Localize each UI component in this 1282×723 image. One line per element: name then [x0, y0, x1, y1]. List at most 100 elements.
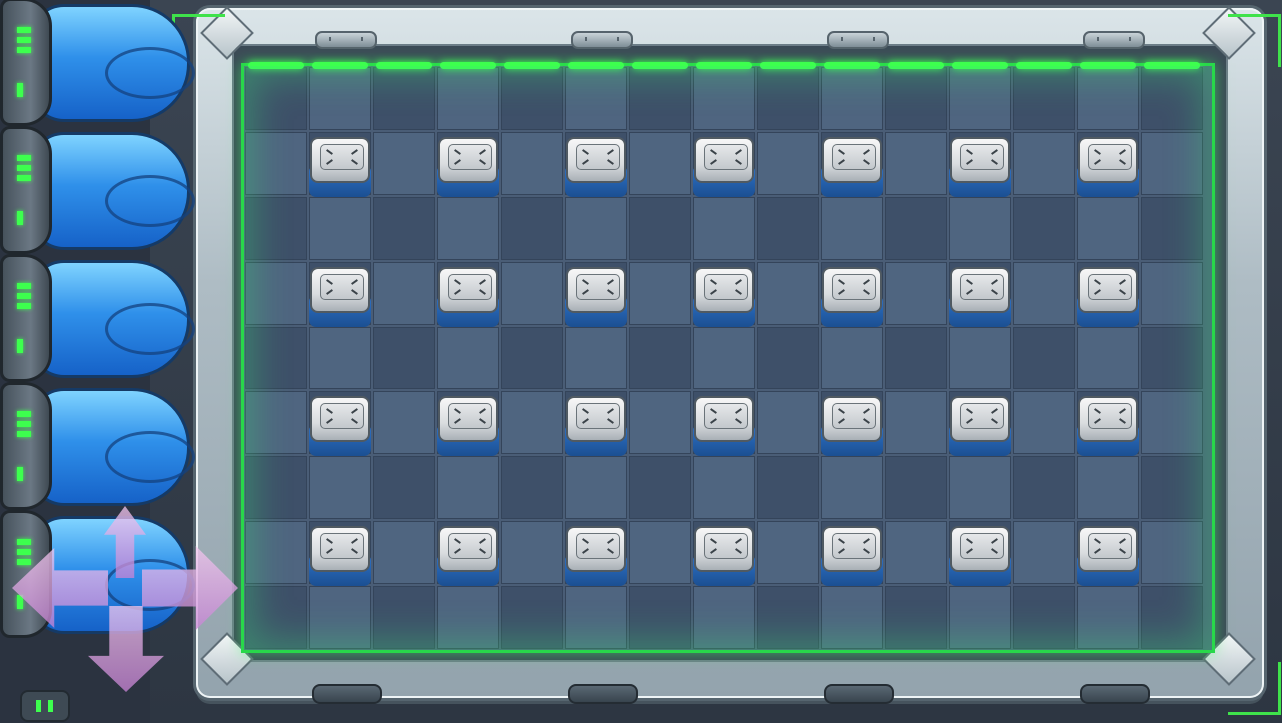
board-tile[interactable]: [245, 391, 307, 455]
board-tile[interactable]: [373, 196, 435, 260]
board-tile[interactable]: [1013, 521, 1075, 585]
board-tile[interactable]: [885, 196, 947, 260]
block-face-icon[interactable]: [437, 396, 499, 457]
board-tile[interactable]: [501, 456, 563, 520]
board-tile[interactable]: [501, 586, 563, 649]
block-face-icon[interactable]: [821, 526, 883, 587]
block-face-icon[interactable]: [1077, 396, 1139, 457]
block-face-icon[interactable]: [949, 396, 1011, 457]
board-tile[interactable]: [373, 391, 435, 455]
board-tile[interactable]: [821, 326, 883, 390]
block-face-icon[interactable]: [309, 136, 371, 197]
board-tile[interactable]: [245, 326, 307, 390]
board-tile[interactable]: [1077, 586, 1139, 649]
board-tile[interactable]: [1077, 196, 1139, 260]
board-tile[interactable]: [309, 586, 371, 649]
board-tile[interactable]: [565, 326, 627, 390]
block-face-icon[interactable]: [437, 266, 499, 327]
block-face-icon[interactable]: [949, 526, 1011, 587]
block-face-icon[interactable]: [565, 526, 627, 587]
board-tile[interactable]: [1141, 196, 1203, 260]
board-tile[interactable]: [949, 196, 1011, 260]
block-face-icon[interactable]: [565, 266, 627, 327]
block-face-icon[interactable]: [821, 396, 883, 457]
board-tile[interactable]: [501, 131, 563, 195]
board-tile[interactable]: [1141, 261, 1203, 325]
board-tile[interactable]: [949, 456, 1011, 520]
board-tile[interactable]: [821, 456, 883, 520]
board-tile[interactable]: [373, 326, 435, 390]
block-face-icon[interactable]: [1077, 266, 1139, 327]
board-tile[interactable]: [885, 456, 947, 520]
board-tile[interactable]: [565, 196, 627, 260]
board-tile[interactable]: [501, 326, 563, 390]
dpad-arrows-icon[interactable]: [12, 488, 240, 698]
board-tile[interactable]: [1013, 67, 1075, 130]
arrow-left-icon[interactable]: [12, 548, 108, 628]
board-tile[interactable]: [1013, 456, 1075, 520]
board-tile[interactable]: [629, 521, 691, 585]
board-tile[interactable]: [245, 67, 307, 130]
board-tile[interactable]: [309, 196, 371, 260]
block-face-icon[interactable]: [309, 396, 371, 457]
board-tile[interactable]: [885, 521, 947, 585]
board-tile[interactable]: [1141, 586, 1203, 649]
block-face-icon[interactable]: [309, 526, 371, 587]
board-tile[interactable]: [1013, 261, 1075, 325]
block-face-icon[interactable]: [565, 136, 627, 197]
board-tile[interactable]: [373, 67, 435, 130]
board-tile[interactable]: [501, 391, 563, 455]
board-tile[interactable]: [245, 261, 307, 325]
arrow-down-icon[interactable]: [88, 606, 164, 692]
board-tile[interactable]: [629, 261, 691, 325]
board-tile[interactable]: [1141, 391, 1203, 455]
arrow-up-icon[interactable]: [104, 506, 146, 578]
board-tile[interactable]: [1013, 326, 1075, 390]
board-tile[interactable]: [437, 196, 499, 260]
board-tile[interactable]: [757, 196, 819, 260]
board-tile[interactable]: [1141, 326, 1203, 390]
block-face-icon[interactable]: [693, 526, 755, 587]
board-tile[interactable]: [437, 326, 499, 390]
block-face-icon[interactable]: [437, 526, 499, 587]
board-tile[interactable]: [373, 456, 435, 520]
arrow-right-icon[interactable]: [142, 546, 238, 630]
board-tile[interactable]: [885, 67, 947, 130]
board-tile[interactable]: [373, 586, 435, 649]
board-tile[interactable]: [245, 131, 307, 195]
board-tile[interactable]: [501, 521, 563, 585]
board-tile[interactable]: [437, 67, 499, 130]
block-face-icon[interactable]: [821, 136, 883, 197]
board-tile[interactable]: [1141, 521, 1203, 585]
board-tile[interactable]: [757, 586, 819, 649]
board-tile[interactable]: [629, 131, 691, 195]
board-tile[interactable]: [757, 67, 819, 130]
board-tile[interactable]: [693, 456, 755, 520]
board-tile[interactable]: [821, 196, 883, 260]
board-tile[interactable]: [245, 586, 307, 649]
board-tile[interactable]: [885, 261, 947, 325]
board-tile[interactable]: [693, 196, 755, 260]
board-tile[interactable]: [373, 131, 435, 195]
board-tile[interactable]: [1013, 586, 1075, 649]
block-face-icon[interactable]: [1077, 526, 1139, 587]
board-tile[interactable]: [309, 67, 371, 130]
board-tile[interactable]: [373, 261, 435, 325]
board-tile[interactable]: [885, 391, 947, 455]
board-tile[interactable]: [629, 326, 691, 390]
block-face-icon[interactable]: [1077, 136, 1139, 197]
board-tile[interactable]: [1141, 67, 1203, 130]
board-tile[interactable]: [1013, 131, 1075, 195]
board-tile[interactable]: [949, 586, 1011, 649]
block-face-icon[interactable]: [949, 266, 1011, 327]
board-tile[interactable]: [1077, 67, 1139, 130]
board-tile[interactable]: [821, 586, 883, 649]
board-tile[interactable]: [437, 586, 499, 649]
board-tile[interactable]: [757, 456, 819, 520]
board-tile[interactable]: [757, 326, 819, 390]
board-tile[interactable]: [1013, 391, 1075, 455]
block-face-icon[interactable]: [309, 266, 371, 327]
board-tile[interactable]: [501, 67, 563, 130]
board-tile[interactable]: [629, 586, 691, 649]
board-tile[interactable]: [373, 521, 435, 585]
